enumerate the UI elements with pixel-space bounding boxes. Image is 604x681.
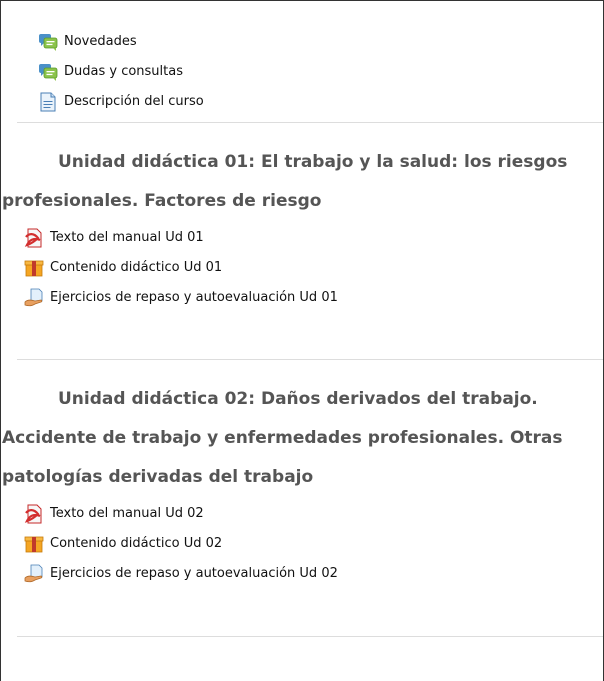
unit-title-line: Unidad didáctica 01: El trabajo y la sal… (58, 152, 568, 172)
course-content: Novedades Dudas y consultas Descripción … (0, 0, 604, 681)
unit-title-line: Accidente de trabajo y enfermedades prof… (2, 428, 563, 448)
page-icon (38, 92, 58, 112)
activity-dudas[interactable]: Dudas y consultas (38, 57, 603, 87)
activity-contenido[interactable]: Contenido didáctico Ud 02 (24, 529, 603, 559)
unit-title: Unidad didáctica 01: El trabajo y la sal… (1, 143, 603, 221)
activity-label[interactable]: Texto del manual Ud 01 (50, 230, 204, 246)
unit-title-line: Unidad didáctica 02: Daños derivados del… (58, 389, 538, 409)
unit-title-line: patologías derivadas del trabajo (2, 467, 314, 487)
activity-texto-manual[interactable]: Texto del manual Ud 01 (24, 223, 603, 253)
activity-label[interactable]: Ejercicios de repaso y autoevaluación Ud… (50, 566, 338, 582)
forum-icon (38, 62, 58, 82)
unit-title: Unidad didáctica 02: Daños derivados del… (1, 380, 603, 497)
unit-activities: Texto del manual Ud 02 Contenido didácti… (24, 499, 603, 589)
package-icon (24, 534, 44, 554)
activity-label[interactable]: Descripción del curso (64, 94, 204, 110)
unit-01-section: Unidad didáctica 01: El trabajo y la sal… (1, 123, 603, 359)
activity-label[interactable]: Texto del manual Ud 02 (50, 506, 204, 522)
assignment-icon (24, 564, 44, 584)
activity-label[interactable]: Contenido didáctico Ud 02 (50, 536, 222, 552)
activity-label[interactable]: Novedades (64, 34, 137, 50)
pdf-icon (24, 228, 44, 248)
activity-novedades[interactable]: Novedades (38, 27, 603, 57)
activity-label[interactable]: Contenido didáctico Ud 01 (50, 260, 222, 276)
activity-texto-manual[interactable]: Texto del manual Ud 02 (24, 499, 603, 529)
activity-label[interactable]: Ejercicios de repaso y autoevaluación Ud… (50, 290, 338, 306)
unit-activities: Texto del manual Ud 01 Contenido didácti… (24, 223, 603, 313)
pdf-icon (24, 504, 44, 524)
unit-02-section: Unidad didáctica 02: Daños derivados del… (1, 360, 603, 636)
unit-title-line: profesionales. Factores de riesgo (2, 191, 322, 211)
package-icon (24, 258, 44, 278)
assignment-icon (24, 288, 44, 308)
section-divider (17, 636, 603, 637)
forum-icon (38, 32, 58, 52)
activity-label[interactable]: Dudas y consultas (64, 64, 183, 80)
activity-ejercicios[interactable]: Ejercicios de repaso y autoevaluación Ud… (24, 559, 603, 589)
activity-descripcion[interactable]: Descripción del curso (38, 87, 603, 117)
general-section: Novedades Dudas y consultas Descripción … (1, 1, 603, 122)
activity-contenido[interactable]: Contenido didáctico Ud 01 (24, 253, 603, 283)
activity-ejercicios[interactable]: Ejercicios de repaso y autoevaluación Ud… (24, 283, 603, 313)
